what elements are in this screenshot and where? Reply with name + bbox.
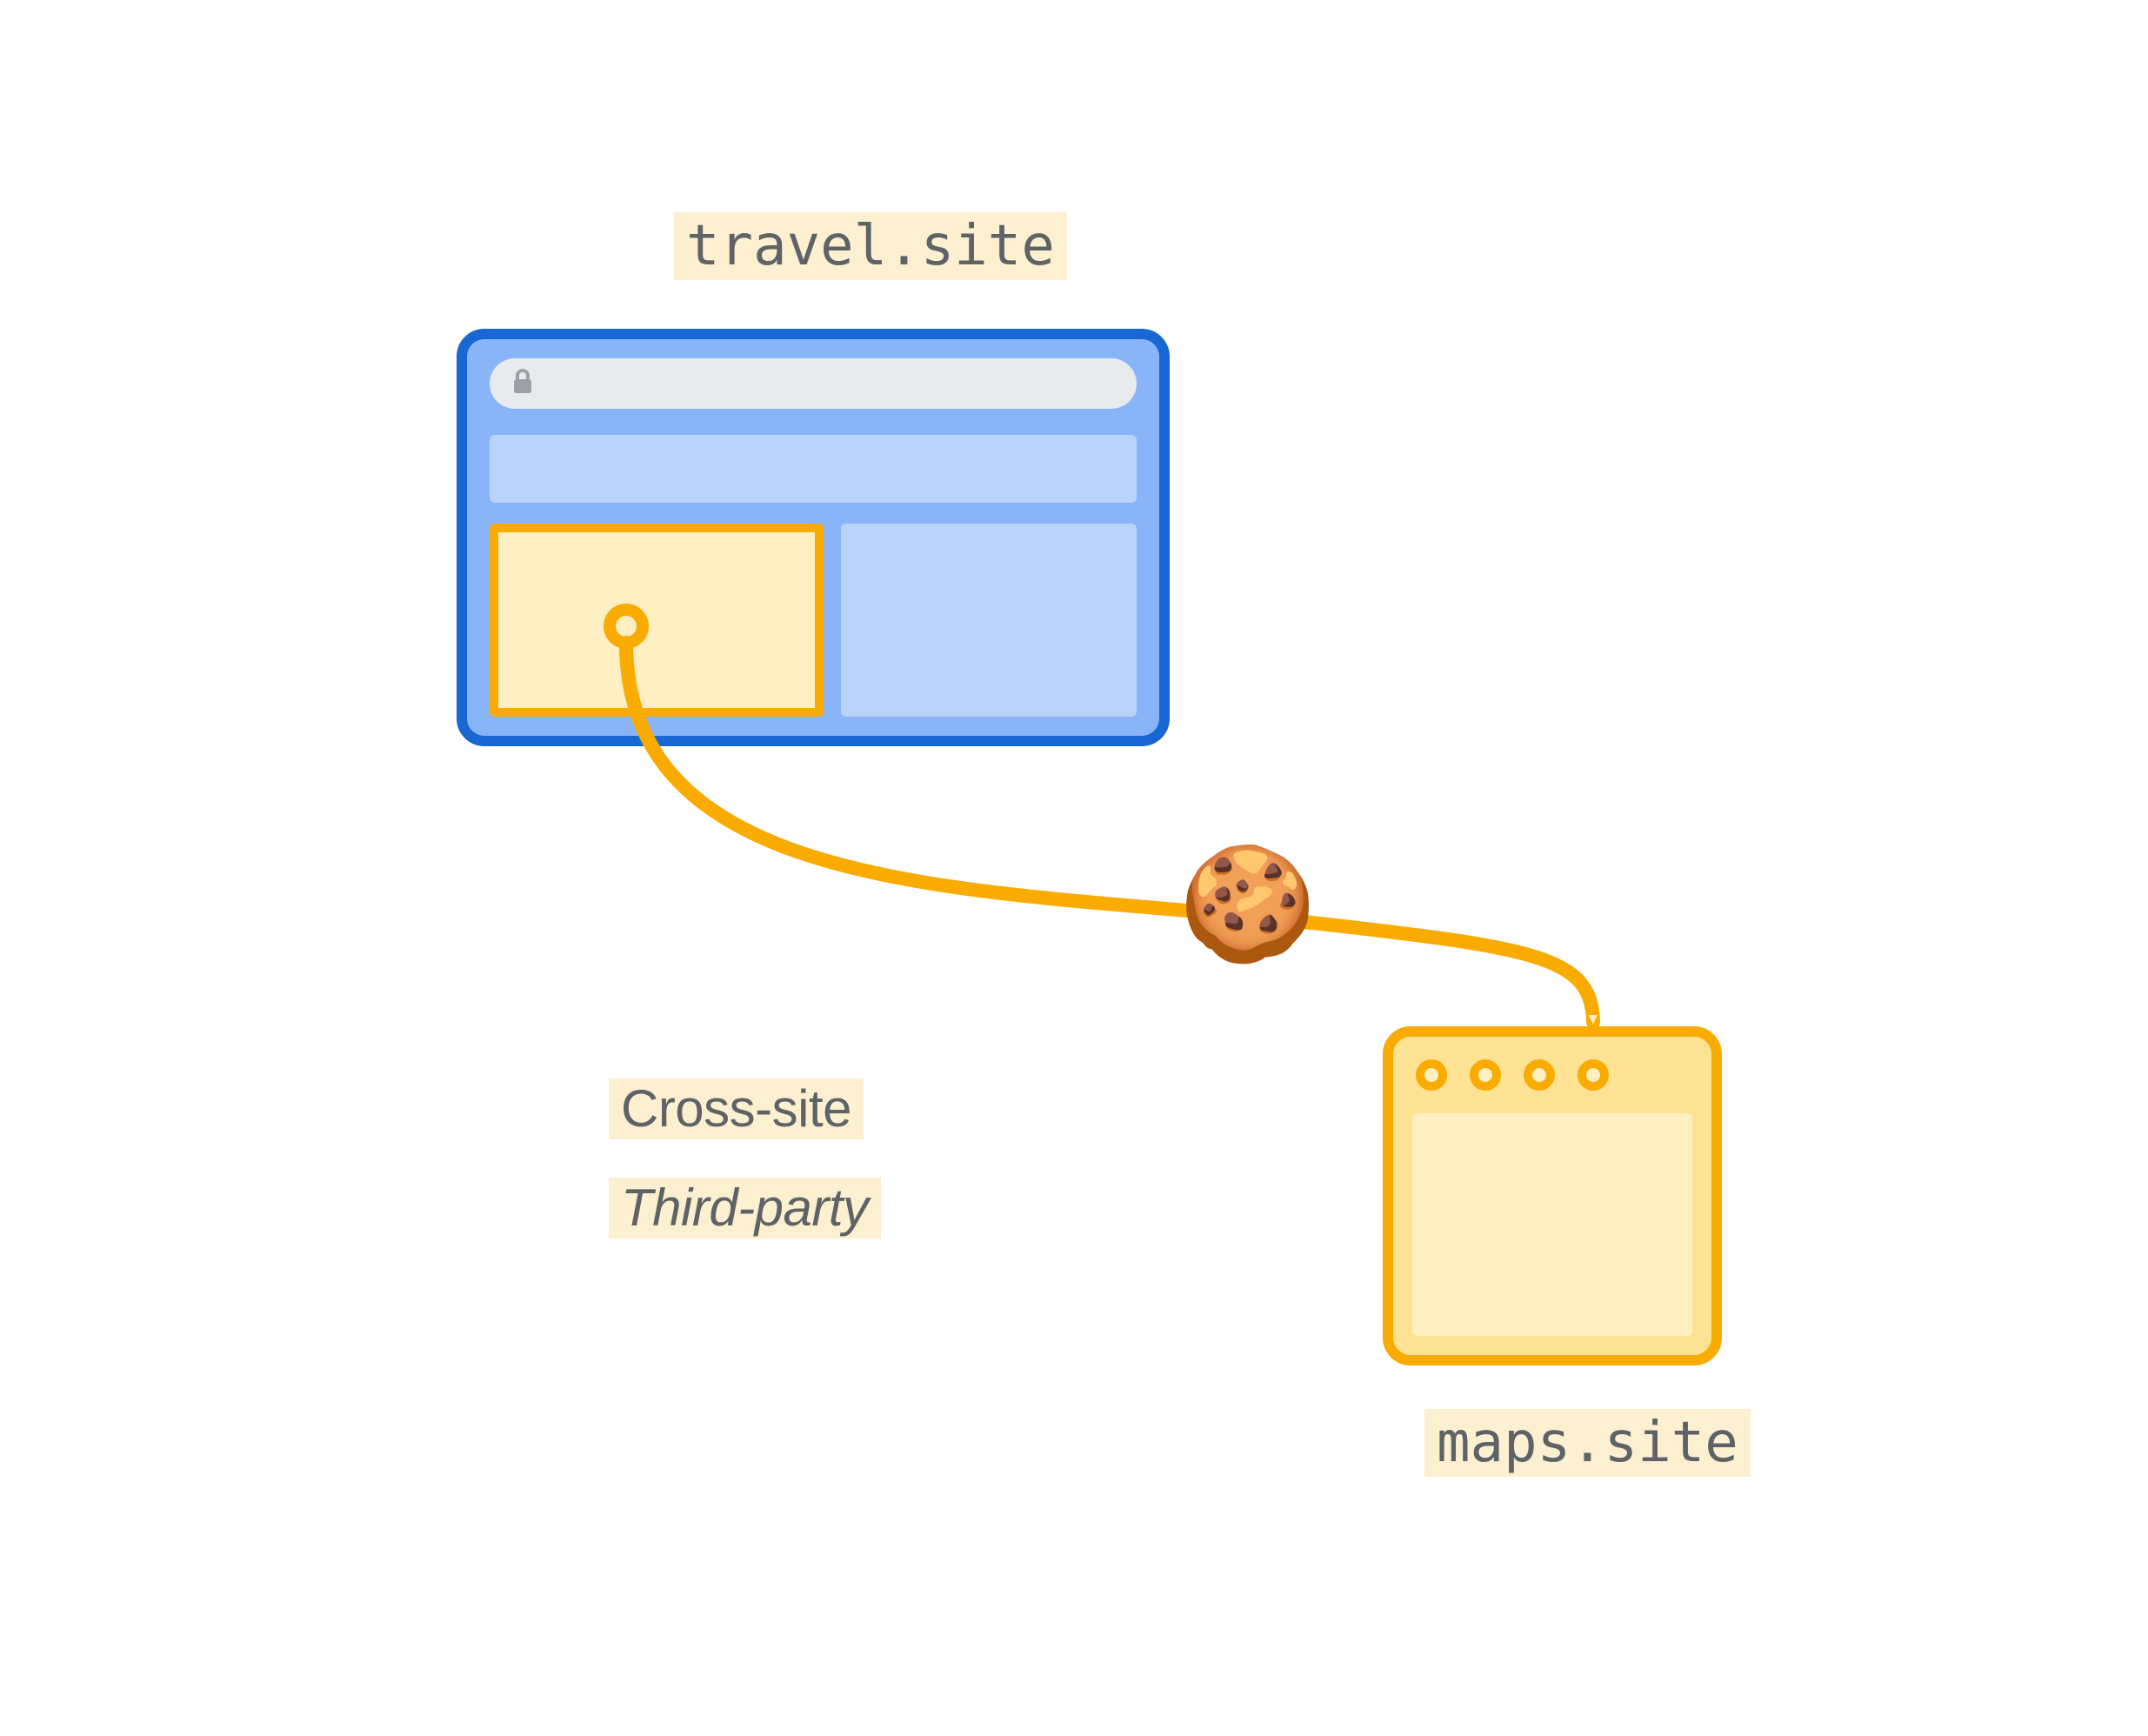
browser-url-bar (490, 358, 1137, 409)
lock-icon (512, 369, 533, 399)
first-party-browser-window (457, 329, 1170, 746)
cross-site-label: Cross-site (609, 1078, 864, 1139)
window-control-dots (1416, 1059, 1609, 1091)
third-party-site-label: maps.site (1424, 1409, 1751, 1477)
third-party-embed-frame (490, 524, 824, 717)
cookie-icon: 🍪 (1178, 849, 1317, 960)
third-party-server-window (1383, 1026, 1722, 1365)
browser-content-panel (841, 524, 1137, 717)
third-party-label: Third-party (609, 1178, 881, 1239)
window-dot (1416, 1059, 1447, 1091)
browser-header-block (490, 435, 1137, 503)
diagram-canvas: travel.site Cross-site Third-party maps.… (0, 0, 2148, 1736)
third-party-server-body (1412, 1113, 1692, 1336)
window-dot (1578, 1059, 1609, 1091)
window-dot (1524, 1059, 1555, 1091)
first-party-site-label: travel.site (674, 212, 1067, 280)
window-dot (1470, 1059, 1501, 1091)
cookie-request-arrow (0, 0, 2148, 1736)
